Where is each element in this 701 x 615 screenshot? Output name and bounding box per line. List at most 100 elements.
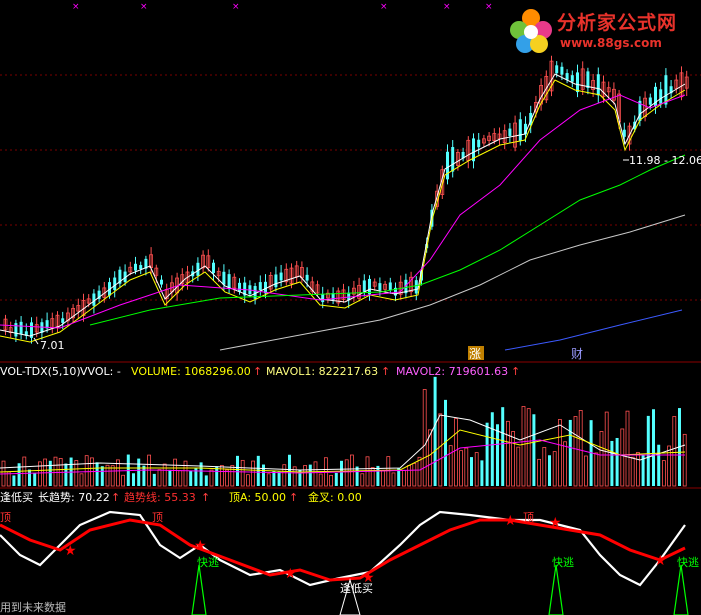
volume-bar-up	[453, 418, 458, 487]
volume-bar-down	[236, 455, 239, 486]
volume-bar-down	[256, 455, 260, 486]
candle-body-down	[446, 151, 449, 180]
volume-bar-up	[53, 456, 58, 487]
volume-bar-up	[537, 458, 541, 487]
volume-bar-down	[548, 455, 551, 486]
low-pointer	[33, 337, 39, 345]
indicator-lines: ★ ★★ ★★ ★★	[0, 510, 689, 615]
price-box-label: 11.98 - 12.06	[629, 154, 701, 167]
footer-note: 用到未来数据	[0, 600, 66, 614]
candle-body-down	[378, 283, 382, 291]
candle-body-down	[19, 321, 23, 334]
volume-bar-down	[485, 422, 489, 486]
candle-body-down	[388, 282, 392, 291]
signal-top-2: 顶	[152, 511, 163, 524]
candle-body-down	[92, 293, 96, 306]
vol-header-name: VOL-TDX(5,10)	[0, 365, 81, 378]
volume-bar-up	[412, 463, 417, 487]
volume-bar-down	[33, 472, 37, 486]
vol-header-arrow-1: ↑	[253, 365, 262, 378]
volume-bar-down	[100, 466, 104, 486]
volume-bar-down	[137, 458, 141, 486]
volume-bar-up	[225, 469, 230, 487]
candle-body-down	[659, 89, 663, 104]
volume-bar-up	[178, 470, 183, 487]
volume-bar-up	[526, 408, 531, 487]
volume-bar-down	[470, 457, 473, 486]
vol-header-volume: VOLUME: 1068296.00	[131, 365, 251, 378]
volume-bar-up	[183, 460, 188, 487]
volume-bar-up	[521, 406, 526, 487]
candle-body-down	[227, 274, 231, 289]
signal-buy: 逢低买	[340, 582, 373, 595]
candle-body-down	[279, 272, 283, 281]
volume-bar-up	[79, 473, 84, 487]
volume-bar-down	[277, 471, 281, 486]
ind-header-arrow-2: ↑	[201, 491, 210, 504]
volume-bar-up	[230, 465, 235, 487]
volume-bar-up	[417, 456, 422, 487]
indicator-trend-line	[0, 518, 686, 582]
vol-header-arrow-3: ↑	[511, 365, 520, 378]
volume-bar-up	[329, 474, 334, 487]
volume-bar-down	[334, 472, 338, 486]
volume-bar-up	[630, 456, 635, 487]
volume-bar-up	[459, 450, 464, 487]
candle-body-down	[196, 262, 200, 276]
volume-bar-up	[474, 452, 479, 487]
candle-body-down	[238, 282, 241, 292]
candle-body-down	[134, 263, 137, 271]
volume-bar-up	[563, 441, 567, 487]
marker-a: 涨	[469, 346, 481, 361]
flower-logo-icon	[510, 9, 552, 53]
ind-header-arrow-1: ↑	[111, 491, 120, 504]
volume-bar-up	[422, 389, 427, 487]
stock-chart[interactable]: × × × × × × ★ ★★ ★★ ★★ 7.01 11.98 - 12.06 涨 财 V…	[0, 0, 701, 615]
volume-bar-down	[615, 437, 619, 486]
volume-bar-down	[433, 376, 437, 486]
vol-header-mavol2: MAVOL2: 719601.63	[396, 365, 508, 378]
volume-bar-down	[12, 475, 16, 486]
candle-body-down	[212, 262, 215, 274]
volume-bar-up	[209, 469, 214, 487]
signal-escape-2: 快逃	[552, 556, 574, 569]
candle-body-down	[576, 72, 579, 93]
ind-header-trend-line: 趋势线: 55.33	[124, 490, 196, 504]
volume-bar-down	[355, 466, 359, 486]
candle-body-down	[560, 66, 564, 75]
ind-header-top-a: 顶A: 50.00	[229, 491, 286, 504]
candle-body-down	[664, 75, 668, 105]
candle-body-down	[648, 97, 652, 105]
main-grid	[0, 74, 701, 301]
volume-bar-up	[381, 470, 386, 487]
volume-bar-up	[464, 447, 469, 487]
volume-bar-down	[610, 440, 614, 486]
candle-body-down	[451, 147, 455, 172]
volume-bar-down	[646, 415, 650, 486]
volume-bar-up	[594, 452, 599, 487]
svg-text:×: ×	[140, 2, 148, 12]
volume-bar-up	[157, 469, 162, 487]
volume-bar-up	[344, 459, 349, 487]
volume-bar-up	[573, 416, 578, 487]
volume-bar-up	[121, 474, 125, 487]
volume-bar-down	[496, 424, 499, 486]
volume-bar-up	[251, 460, 256, 487]
volume-bar-down	[568, 419, 572, 486]
volume-bar-down	[204, 475, 208, 486]
volume-bar-up	[266, 473, 271, 487]
volume-bar-down	[48, 460, 52, 486]
volume-bar-down	[652, 409, 655, 486]
ma-blue-line	[504, 309, 683, 351]
volume-bar-down	[64, 463, 68, 486]
svg-text:×: ×	[232, 2, 240, 12]
volume-bar-up	[672, 416, 677, 487]
volume-bar-down	[308, 464, 312, 486]
volume-bar-down	[262, 464, 265, 486]
volume-bar-down	[532, 414, 536, 486]
moving-average-lines	[0, 73, 686, 351]
volume-bar-up	[282, 464, 287, 487]
ind-header-golden-cross: 金叉: 0.00	[308, 490, 362, 504]
volume-bar-down	[168, 469, 172, 486]
volume-bar-up	[448, 445, 453, 487]
